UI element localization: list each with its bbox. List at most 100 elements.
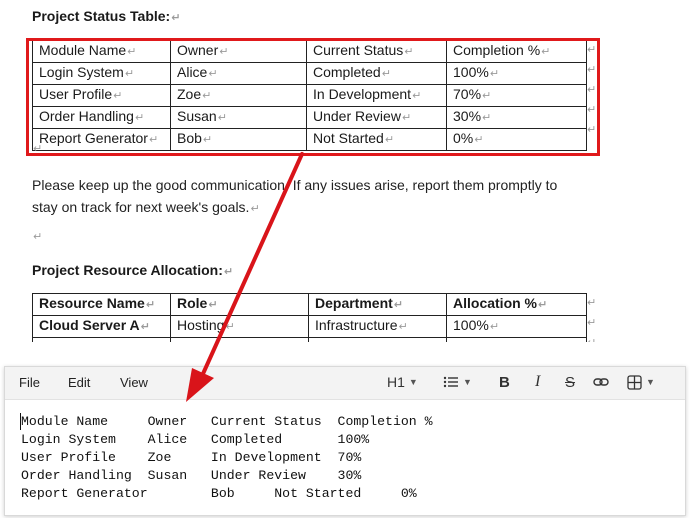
cell-text: In Development — [313, 86, 412, 102]
table-cell: Infrastructure↵ — [308, 315, 447, 338]
table-cell: Completed↵ — [306, 62, 447, 85]
link-button[interactable] — [593, 372, 609, 392]
table-cell: 100%↵ — [446, 62, 587, 85]
cell-text: Completion % — [453, 42, 541, 58]
cell-text: Not Started — [313, 130, 384, 146]
menu-view[interactable]: View — [120, 375, 148, 390]
cell-mark: ↵ — [134, 112, 145, 124]
cell-text: Susan — [177, 108, 217, 124]
document-view: Project Status Table:↵ Module Name↵ Owner… — [8, 0, 682, 342]
cell-mark: ↵ — [482, 112, 492, 124]
row-end-mark: ↵ — [587, 336, 596, 342]
cell-text: Bob — [177, 130, 202, 146]
table-cell: Role↵ — [170, 293, 309, 316]
cell-mark: ↵ — [541, 46, 551, 58]
resource-table: Resource Name↵ Role↵ Department↵ Allocation… — [32, 293, 587, 342]
status-table: Module Name↵ Owner↵ Current Status↵ Complet… — [32, 40, 587, 151]
cell-mark: ↵ — [124, 68, 135, 80]
cell-mark: ↵ — [393, 299, 404, 311]
table-icon — [627, 374, 642, 390]
text-line: User Profile Zoe In Development 70% — [21, 450, 362, 465]
table-cell: 0%↵ — [446, 128, 587, 151]
chevron-down-icon: ▼ — [646, 377, 655, 387]
cell-mark: ↵ — [482, 90, 492, 102]
cell-text: Cloud Server A — [39, 317, 140, 333]
editor-toolbar: File Edit View H1 ▼ ▼ B I S ▼ — [5, 367, 685, 400]
table-row: Report Generator↵ Bob↵ Not Started↵ 0%↵ — [32, 128, 587, 151]
table-cell: Susan↵ — [170, 106, 307, 129]
paragraph-mark: ↵ — [33, 231, 43, 243]
table-cell: Bob↵ — [170, 128, 307, 151]
chevron-down-icon: ▼ — [408, 377, 418, 387]
cell-mark: ↵ — [219, 46, 229, 58]
cell-mark: ↵ — [127, 46, 137, 58]
table-cell: Allocation %↵ — [446, 293, 587, 316]
cell-mark: ↵ — [381, 68, 391, 80]
strikethrough-button[interactable]: S — [565, 372, 575, 392]
italic-button[interactable]: I — [535, 372, 540, 392]
cell-mark: ↵ — [145, 299, 156, 311]
list-icon — [443, 376, 458, 388]
table-cell: 30%↵ — [446, 106, 587, 129]
link-icon — [593, 378, 609, 386]
table-cell: Current Status↵ — [306, 40, 447, 63]
table-cell: Report Generator↵ — [32, 128, 171, 151]
cell-mark: ↵ — [398, 321, 408, 333]
table-row: Resource Name↵ Role↵ Department↵ Allocation… — [32, 293, 587, 316]
cell-mark: ↵ — [225, 321, 235, 333]
row-end-mark: ↵ — [587, 297, 597, 309]
cell-text: Alice — [177, 64, 208, 80]
cell-mark: ↵ — [489, 68, 500, 80]
table-row: Login System↵ Alice↵ Completed↵ 100%↵ — [32, 62, 587, 85]
cell-text: Login System — [39, 64, 124, 80]
menu-edit[interactable]: Edit — [68, 375, 90, 390]
cell-text: Department — [315, 295, 393, 311]
table-cell: Backend↵ — [308, 337, 447, 342]
cell-text: 85% — [453, 339, 481, 342]
cell-text: Current Status — [313, 42, 404, 58]
table-cell: Completion %↵ — [446, 40, 587, 63]
table-row: Database Cluster↵Storage↵Backend↵85%↵ — [32, 337, 587, 342]
chevron-down-icon: ▼ — [463, 377, 472, 387]
resource-heading: Project Resource Allocation:↵ — [32, 262, 234, 278]
table-dropdown[interactable]: ▼ — [627, 372, 655, 392]
table-cell: Resource Name↵ — [32, 293, 171, 316]
row-end-mark: ↵ — [587, 104, 597, 116]
cell-text: Resource Name — [39, 295, 145, 311]
table-cell: 85%↵ — [446, 337, 587, 342]
status-heading: Project Status Table:↵ — [32, 8, 181, 24]
list-dropdown[interactable]: ▼ — [443, 372, 472, 392]
row-end-mark: ↵ — [587, 44, 597, 56]
table-cell: Module Name↵ — [32, 40, 171, 63]
table-cell: Storage↵ — [170, 337, 309, 342]
bold-button[interactable]: B — [499, 372, 510, 392]
cell-text: Completed — [313, 64, 381, 80]
table-row: User Profile↵ Zoe↵ In Development↵ 70%↵ — [32, 84, 587, 107]
heading-dropdown[interactable]: H1 ▼ — [387, 372, 418, 392]
cell-mark: ↵ — [384, 134, 395, 146]
table-cell: Hosting↵ — [170, 315, 309, 338]
cell-mark: ↵ — [148, 134, 159, 146]
menu-file[interactable]: File — [19, 375, 40, 390]
table-cell: Alice↵ — [170, 62, 307, 85]
cell-text: Database Cluster — [39, 339, 153, 342]
cell-text: Zoe — [177, 86, 202, 102]
editor-content[interactable]: Module Name Owner Current Status Complet… — [21, 413, 433, 503]
cell-text: Backend — [315, 339, 369, 342]
row-end-mark: ↵ — [587, 64, 597, 76]
paragraph-mark: ↵ — [33, 143, 43, 155]
cell-mark: ↵ — [489, 321, 500, 333]
body-paragraph: Please keep up the good communication. I… — [32, 177, 558, 215]
cell-mark: ↵ — [113, 90, 123, 102]
cell-text: Role — [177, 295, 208, 311]
cell-mark: ↵ — [401, 112, 412, 124]
cell-text: 100% — [453, 64, 489, 80]
cell-text: 0% — [453, 130, 474, 146]
cell-text: Under Review — [313, 108, 401, 124]
plain-text-editor[interactable]: File Edit View H1 ▼ ▼ B I S ▼ Module Nam… — [4, 366, 686, 516]
table-row: Module Name↵ Owner↵ Current Status↵ Complet… — [32, 40, 587, 63]
text-line: Report Generator Bob Not Started 0% — [21, 486, 417, 501]
cell-text: Hosting — [177, 317, 225, 333]
row-end-mark: ↵ — [587, 124, 597, 136]
table-cell: Under Review↵ — [306, 106, 447, 129]
